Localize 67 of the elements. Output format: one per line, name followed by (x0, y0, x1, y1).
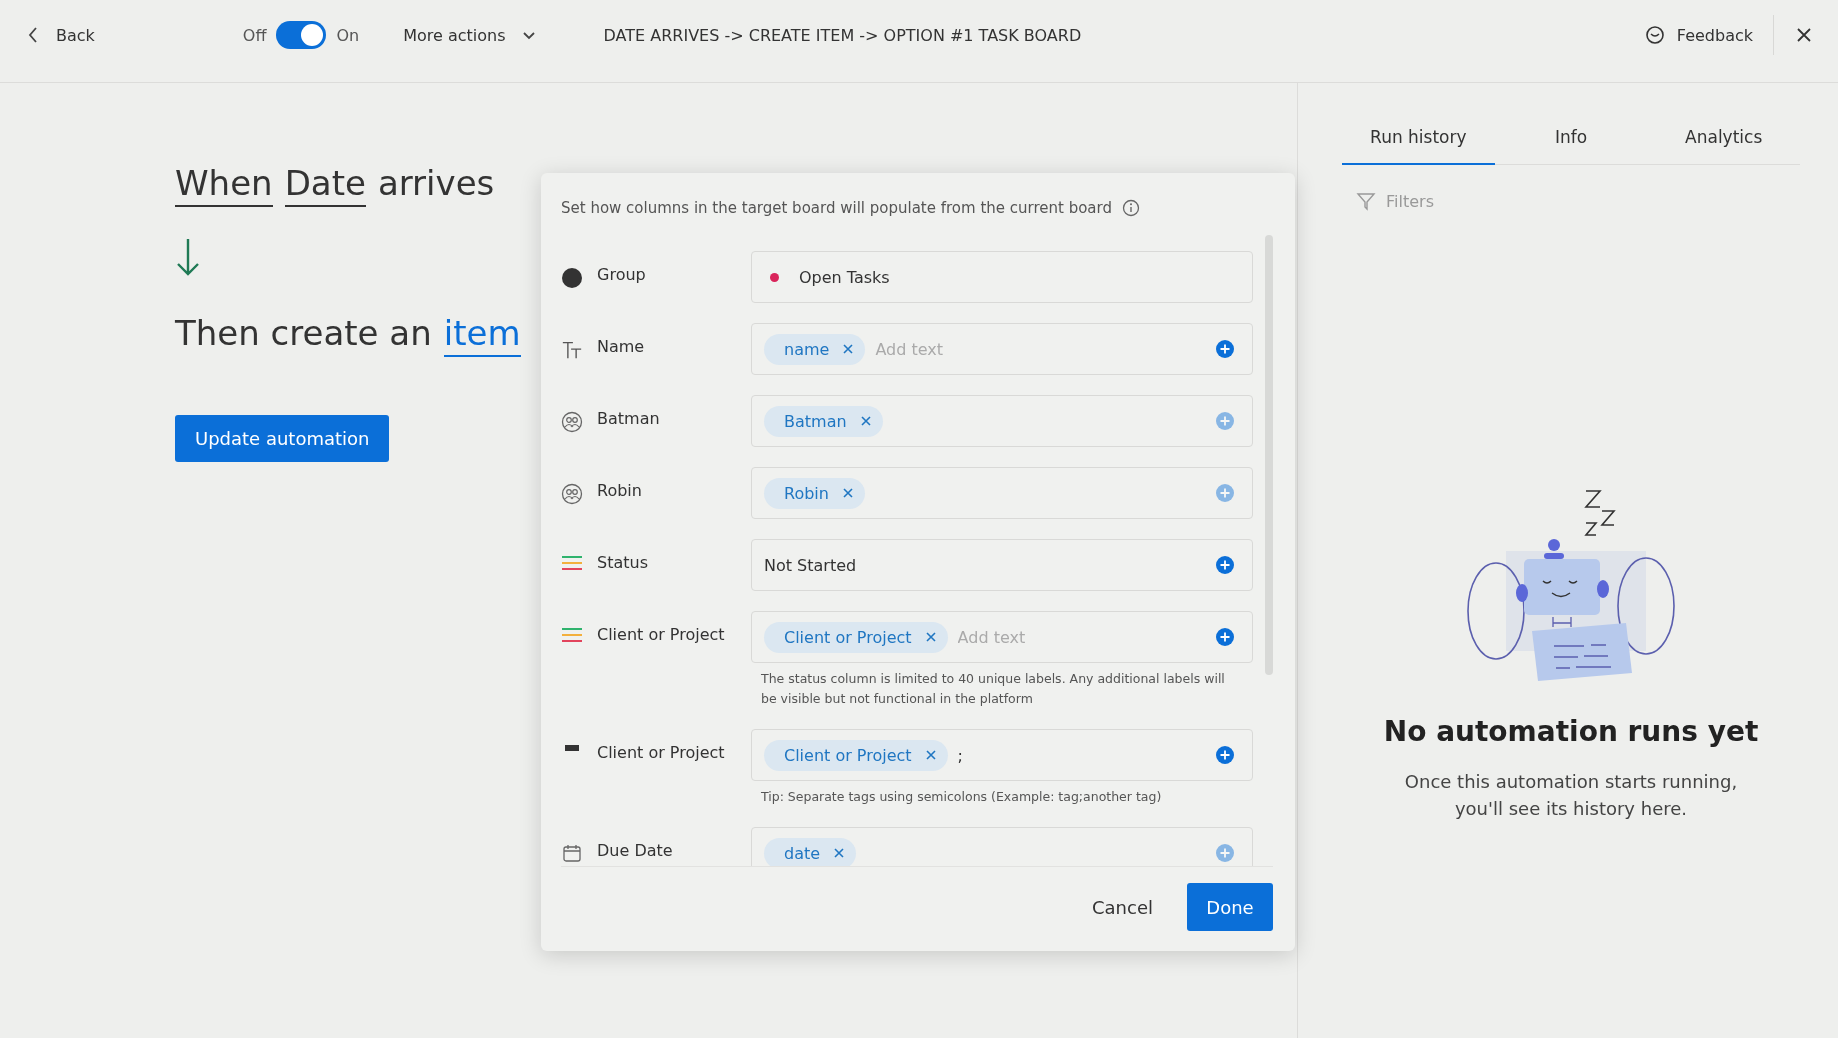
automation-title: DATE ARRIVES -> CREATE ITEM -> OPTION #1 TASK BOARD (603, 25, 1082, 45)
remove-icon (860, 416, 871, 426)
calendar-icon (562, 843, 582, 863)
filter-icon (1356, 191, 1376, 211)
column-label: Robin (597, 481, 642, 500)
recipe-text[interactable]: Date (284, 163, 366, 207)
field-value: Not Started (764, 555, 857, 575)
status-column-icon (561, 555, 583, 571)
people-icon (561, 411, 583, 433)
tag-chip[interactable]: Client or Project (764, 739, 948, 771)
group-value: Open Tasks (799, 267, 890, 287)
column-label: Client or Project (597, 625, 725, 644)
update-automation-button[interactable]: Update automation (175, 415, 390, 462)
input-field[interactable]: Client or Project ; (751, 729, 1253, 781)
helper-text: Tip: Separate tags using semicolons (Example: tag;another tag) (760, 788, 1163, 806)
recipe-text[interactable]: When (175, 163, 273, 207)
feedback-button[interactable]: Feedback (1638, 19, 1759, 51)
dash-icon (565, 745, 579, 751)
toggle-label: On (336, 25, 360, 45)
remove-icon (925, 632, 936, 642)
column-label: Due Date (597, 841, 673, 860)
scrollbar-thumb[interactable] (1265, 235, 1273, 675)
add-icon[interactable] (1216, 746, 1234, 764)
add-icon[interactable] (1216, 340, 1234, 358)
empty-state-text: Once this automation starts running, you'll see its history here. (1404, 770, 1738, 821)
add-icon[interactable] (1216, 556, 1234, 574)
tag-chip[interactable]: name (764, 333, 866, 365)
dialog-description: Set how columns in the target board will populate from the current board (561, 199, 1112, 217)
group-select[interactable]: Open Tasks (751, 251, 1253, 303)
input-field[interactable]: Not Started (751, 539, 1253, 591)
column-label: Status (597, 553, 648, 572)
add-icon[interactable] (1216, 628, 1234, 646)
remove-icon (834, 848, 845, 858)
empty-state-title: No automation runs yet (1383, 715, 1759, 748)
column-label: Group (597, 265, 646, 284)
column-label: Batman (597, 409, 660, 428)
arrow-down-icon (175, 237, 201, 277)
chevron-left-icon (28, 26, 38, 44)
tag-chip[interactable]: Client or Project (764, 621, 948, 653)
recipe-text: Then create an (175, 313, 432, 355)
panel-tab[interactable]: Info (1494, 113, 1648, 165)
column-label: Client or Project (597, 743, 725, 762)
recipe-text: arrives (377, 163, 495, 205)
panel-tab[interactable]: Analytics (1647, 113, 1800, 165)
back-button[interactable]: Back (22, 19, 101, 51)
people-icon (561, 483, 583, 505)
remove-icon (843, 344, 854, 354)
recipe-link[interactable]: item (443, 313, 521, 357)
remove-icon (842, 488, 853, 498)
info-icon (1121, 199, 1140, 217)
remove-icon (925, 750, 936, 760)
text-type-icon (561, 339, 583, 361)
helper-text: The status column is limited to 40 unique labels. Any additional labels will be visible but not functional in the platform (760, 670, 1226, 708)
panel-tab[interactable]: Run history (1342, 113, 1495, 165)
toggle-label: Off (242, 25, 267, 45)
group-dot-icon (561, 267, 583, 289)
close-icon (1796, 27, 1812, 43)
more-actions-button[interactable]: More actions (397, 19, 542, 51)
done-button[interactable]: Done (1187, 883, 1273, 931)
toggle-switch[interactable] (276, 21, 327, 49)
input-field[interactable]: Client or Project Add text (751, 611, 1253, 663)
chevron-down-icon (521, 30, 536, 40)
input-field[interactable]: name Add text (751, 323, 1253, 375)
filters-button[interactable]: Filters (1356, 191, 1434, 211)
column-label: Name (597, 337, 645, 356)
status-column-icon (561, 627, 583, 643)
cancel-button[interactable]: Cancel (1086, 886, 1159, 928)
